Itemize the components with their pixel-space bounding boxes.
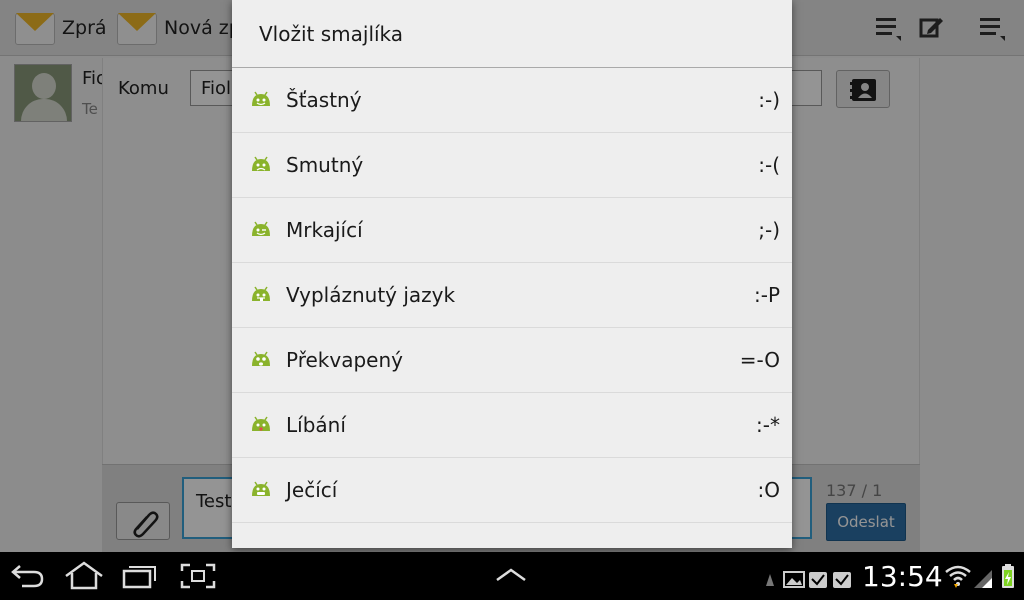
dialog-title: Vložit smajlíka	[232, 0, 792, 68]
smiley-code: ;-)	[758, 218, 780, 242]
android-happy-icon	[252, 91, 270, 106]
chevron-up-icon[interactable]	[494, 566, 528, 584]
smiley-item-yell[interactable]: Ječící :O	[232, 458, 792, 523]
smiley-name: Vypláznutý jazyk	[286, 283, 456, 307]
android-tongue-icon	[252, 286, 270, 301]
smiley-list: Šťastný :-) Smutný :-( Mrkající ;-) Vypl…	[232, 68, 792, 523]
recent-apps-icon[interactable]	[120, 561, 160, 591]
smiley-item-sad[interactable]: Smutný :-(	[232, 133, 792, 198]
smiley-item-happy[interactable]: Šťastný :-)	[232, 68, 792, 133]
home-icon[interactable]	[62, 560, 106, 592]
smiley-name: Mrkající	[286, 218, 363, 242]
smiley-name: Šťastný	[286, 88, 362, 112]
smiley-code: :-(	[758, 153, 780, 177]
android-sad-icon	[252, 156, 270, 171]
smiley-code: :O	[757, 478, 780, 502]
notification-icons[interactable]	[762, 566, 856, 590]
android-wink-icon	[252, 221, 270, 236]
smiley-name: Líbání	[286, 413, 346, 437]
smiley-item-surprised[interactable]: Překvapený =-O	[232, 328, 792, 393]
back-icon[interactable]	[10, 562, 46, 590]
status-icons	[945, 564, 1014, 588]
smiley-code: :-*	[756, 413, 780, 437]
smiley-name: Ječící	[286, 478, 338, 502]
smiley-item-wink[interactable]: Mrkající ;-)	[232, 198, 792, 263]
android-surprised-icon	[252, 351, 270, 366]
smiley-name: Smutný	[286, 153, 364, 177]
android-kiss-icon	[252, 416, 270, 431]
screenshot-icon[interactable]	[178, 561, 218, 591]
smiley-item-tongue[interactable]: Vypláznutý jazyk :-P	[232, 263, 792, 328]
smiley-name: Překvapený	[286, 348, 403, 372]
smiley-code: :-P	[753, 283, 780, 307]
smiley-code: =-O	[739, 348, 780, 372]
smiley-code: :-)	[758, 88, 780, 112]
insert-smiley-dialog: Vložit smajlíka Šťastný :-) Smutný :-( M…	[232, 0, 792, 548]
android-yell-icon	[252, 481, 270, 496]
status-clock: 13:54	[862, 560, 943, 593]
smiley-item-kiss[interactable]: Líbání :-*	[232, 393, 792, 458]
